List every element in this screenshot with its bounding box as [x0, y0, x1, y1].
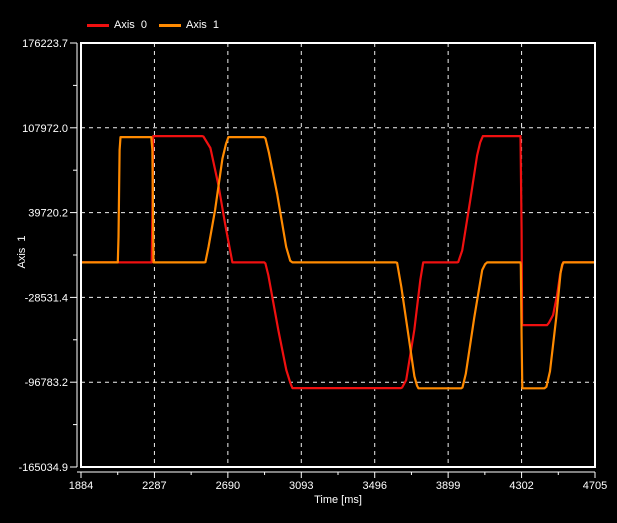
plot-border [81, 43, 595, 467]
y-tick-label: -165034.9 [18, 462, 68, 474]
x-tick-label: 2287 [142, 480, 166, 492]
x-tick-label: 3899 [436, 480, 460, 492]
y-tick-label: 39720.2 [28, 208, 68, 220]
plot-area: 176223.7 107972.0 39720.2 -28531.4 -96783.2 -… [0, 0, 617, 523]
series-line-axis-1 [81, 137, 595, 388]
y-tick-label: -28531.4 [25, 292, 68, 304]
x-tick-label: 3496 [362, 480, 386, 492]
chart: Axis 0 Axis 1 Axis 1 176223.7107972.0397… [0, 0, 617, 523]
x-tick-label: 4705 [583, 480, 607, 492]
x-axis-title: Time [ms] [314, 494, 362, 506]
x-tick-label: 1884 [69, 480, 93, 492]
y-tick-label: 176223.7 [22, 38, 68, 50]
x-tick-label: 3093 [289, 480, 313, 492]
x-tick-label: 4302 [509, 480, 533, 492]
y-tick-label: -96783.2 [25, 377, 68, 389]
y-tick-label: 107972.0 [22, 123, 68, 135]
x-tick-label: 2690 [216, 480, 240, 492]
